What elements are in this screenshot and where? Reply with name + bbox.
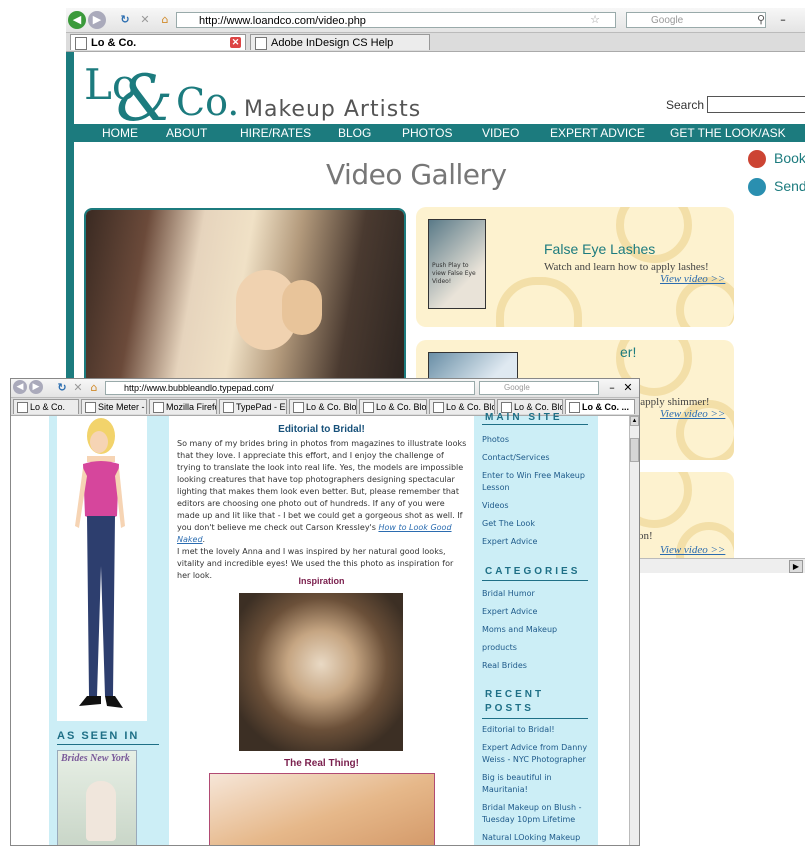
main-site-link[interactable]: Expert Advice bbox=[482, 536, 592, 548]
site-nav: HOME ABOUT HIRE/RATES BLOG PHOTOS VIDEO … bbox=[74, 124, 805, 142]
tab-indesign-help[interactable]: Adobe InDesign CS Help bbox=[250, 34, 430, 50]
nav-expert-advice[interactable]: EXPERT ADVICE bbox=[550, 126, 645, 140]
blog-page: AS SEEN IN Brides New York Editorial to … bbox=[11, 412, 629, 845]
video-title[interactable]: er! bbox=[620, 344, 636, 360]
video-title[interactable]: False Eye Lashes bbox=[544, 241, 655, 257]
video-thumbnail[interactable]: Push Play to view False Eye Video! bbox=[428, 219, 486, 309]
real-thing-heading: The Real Thing! bbox=[284, 758, 359, 769]
logo-subtitle: Makeup Artists bbox=[244, 97, 422, 122]
video-desc: Watch and learn how to apply lashes! bbox=[544, 261, 709, 273]
view-video-link[interactable]: View video >> bbox=[660, 273, 725, 285]
main-site-link[interactable]: Contact/Services bbox=[482, 452, 592, 464]
logo-co: Co. bbox=[176, 80, 240, 124]
nav-video[interactable]: VIDEO bbox=[482, 126, 519, 140]
nav-hire-rates[interactable]: HIRE/RATES bbox=[240, 126, 311, 140]
categories-heading: CATEGORIES bbox=[485, 566, 581, 577]
main-site-link[interactable]: Get The Look bbox=[482, 518, 592, 530]
main-site-link[interactable]: Photos bbox=[482, 434, 592, 446]
girl-illustration bbox=[75, 418, 125, 708]
blog-main-column: Editorial to Bridal! So many of my bride… bbox=[169, 416, 474, 845]
recent-posts-heading: RECENT POSTS bbox=[485, 689, 545, 714]
nav-home[interactable]: HOME bbox=[102, 126, 138, 140]
recent-post-link[interactable]: Editorial to Bridal! bbox=[482, 724, 592, 736]
post-title[interactable]: Editorial to Bridal! bbox=[169, 424, 474, 435]
bookmark-star-icon[interactable]: ☆ bbox=[586, 11, 604, 29]
front-browser-window: ◀ ▶ ↻ ✕ ⌂ http://www.bubbleandlo.typepad… bbox=[10, 378, 640, 846]
side-link-send[interactable]: Send bbox=[774, 178, 805, 194]
category-link[interactable]: Bridal Humor bbox=[482, 588, 592, 600]
recent-post-link[interactable]: Bridal Makeup on Blush - Tuesday 10pm Li… bbox=[482, 802, 592, 826]
recent-post-link[interactable]: Natural LOoking Makeup bbox=[482, 832, 592, 844]
view-video-link[interactable]: View video >> bbox=[660, 408, 725, 420]
search-input[interactable]: Google bbox=[479, 381, 599, 395]
back-nav-toolbar: ◀ ▶ ↻ ✕ ⌂ http://www.loandco.com/video.p… bbox=[66, 8, 805, 33]
search-label: Search bbox=[666, 98, 705, 112]
vertical-scrollbar[interactable]: ▲ bbox=[629, 416, 639, 845]
site-search-input[interactable] bbox=[707, 96, 805, 113]
scroll-thumb[interactable] bbox=[630, 438, 639, 462]
page-icon bbox=[255, 37, 267, 50]
view-video-link[interactable]: View video >> bbox=[660, 544, 725, 556]
as-seen-in-heading: AS SEEN IN bbox=[57, 730, 140, 742]
divider bbox=[57, 744, 159, 745]
search-icon[interactable]: ⚲ bbox=[752, 11, 770, 29]
send-icon[interactable] bbox=[748, 178, 766, 196]
inspiration-photo bbox=[239, 593, 403, 751]
recent-post-link[interactable]: Expert Advice from Danny Weiss - NYC Pho… bbox=[482, 742, 592, 766]
tab-active[interactable]: Lo & Co. ... bbox=[565, 399, 635, 414]
video-card[interactable]: Push Play to view False Eye Video! False… bbox=[416, 207, 734, 327]
category-link[interactable]: Expert Advice bbox=[482, 606, 592, 618]
tab[interactable]: Lo & Co. Blog bbox=[359, 399, 427, 414]
recent-post-link[interactable]: Big is beautiful in Mauritania! bbox=[482, 772, 592, 796]
category-link[interactable]: products bbox=[482, 642, 592, 654]
video-player[interactable] bbox=[84, 208, 406, 402]
back-arrow-icon[interactable]: ◀ bbox=[13, 380, 27, 394]
inspiration-heading: Inspiration bbox=[298, 576, 345, 586]
scroll-right-icon[interactable]: ▶ bbox=[789, 560, 803, 573]
post-paragraph: So many of my brides bring in photos fro… bbox=[177, 439, 467, 544]
home-icon[interactable]: ⌂ bbox=[156, 11, 174, 29]
page-icon bbox=[75, 37, 87, 50]
real-thing-photo bbox=[209, 773, 435, 845]
forward-arrow-icon[interactable]: ▶ bbox=[29, 380, 43, 394]
tab[interactable]: TypePad - Edit... bbox=[219, 399, 287, 414]
address-bar[interactable]: http://www.loandco.com/video.php bbox=[176, 12, 616, 28]
category-link[interactable]: Moms and Makeup bbox=[482, 624, 592, 636]
tab-lo-co[interactable]: Lo & Co. ✕ bbox=[70, 34, 246, 50]
main-site-heading: MAIN SITE bbox=[485, 412, 563, 423]
front-nav-toolbar: ◀ ▶ ↻ ✕ ⌂ http://www.bubbleandlo.typepad… bbox=[11, 379, 639, 398]
search-input[interactable]: Google bbox=[626, 12, 766, 28]
video-desc: on! bbox=[638, 530, 653, 542]
category-link[interactable]: Real Brides bbox=[482, 660, 592, 672]
video-desc: o apply shimmer! bbox=[632, 396, 710, 408]
tab-close-icon[interactable]: ✕ bbox=[230, 37, 241, 48]
minimize-icon[interactable]: – bbox=[774, 11, 792, 29]
tab[interactable]: Lo & Co. bbox=[13, 399, 79, 414]
magazine-cover[interactable]: Brides New York bbox=[57, 750, 137, 845]
tab[interactable]: Site Meter - C... bbox=[81, 399, 147, 414]
stop-icon[interactable]: ✕ bbox=[136, 11, 154, 29]
side-link-book[interactable]: Book bbox=[774, 150, 805, 166]
scroll-up-icon[interactable]: ▲ bbox=[630, 416, 639, 426]
main-site-link[interactable]: Enter to Win Free Makeup Lesson bbox=[482, 470, 592, 494]
illustration-card bbox=[57, 416, 147, 721]
nav-get-the-look[interactable]: GET THE LOOK/ASK bbox=[670, 126, 786, 140]
back-arrow-icon[interactable]: ◀ bbox=[68, 11, 86, 29]
home-icon[interactable]: ⌂ bbox=[85, 379, 103, 397]
blog-right-sidebar: MAIN SITE Photos Contact/Services Enter … bbox=[474, 412, 598, 845]
nav-about[interactable]: ABOUT bbox=[166, 126, 207, 140]
reload-icon[interactable]: ↻ bbox=[116, 11, 134, 29]
nav-blog[interactable]: BLOG bbox=[338, 126, 371, 140]
horizontal-scrollbar[interactable]: ▶ bbox=[638, 558, 805, 573]
book-icon[interactable] bbox=[748, 150, 766, 168]
back-tab-bar: Lo & Co. ✕ Adobe InDesign CS Help bbox=[66, 33, 805, 52]
tab[interactable]: Lo & Co. Blog bbox=[289, 399, 357, 414]
forward-arrow-icon[interactable]: ▶ bbox=[88, 11, 106, 29]
address-bar[interactable]: http://www.bubbleandlo.typepad.com/ bbox=[105, 381, 475, 395]
nav-photos[interactable]: PHOTOS bbox=[402, 126, 452, 140]
main-site-link[interactable]: Videos bbox=[482, 500, 592, 512]
page-title: Video Gallery bbox=[326, 158, 507, 191]
close-window-icon[interactable]: ✕ bbox=[619, 379, 637, 397]
tab[interactable]: Mozilla Firefox... bbox=[149, 399, 217, 414]
